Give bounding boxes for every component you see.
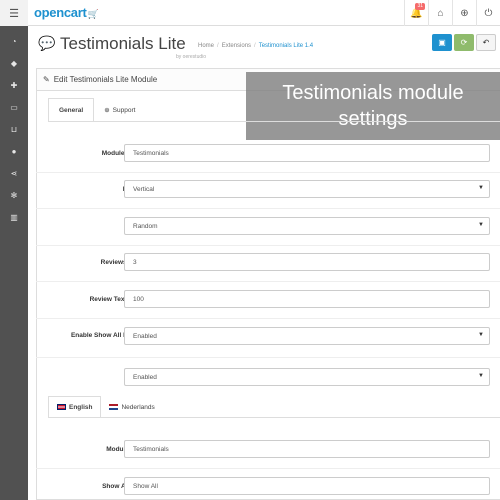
save-icon: ▣ bbox=[438, 38, 446, 47]
chevron-down-icon: ▼ bbox=[478, 222, 484, 228]
menu-toggle-icon[interactable]: ☰ bbox=[0, 0, 28, 26]
status-value: Enabled bbox=[133, 373, 157, 381]
overlay-caption: Testimonials module settings bbox=[246, 72, 500, 140]
status-select[interactable]: Enabled ▼ bbox=[124, 368, 490, 386]
tab-language-nederlands-label: Nederlands bbox=[121, 403, 155, 411]
marketing-share-icon[interactable]: ⋖ bbox=[0, 162, 28, 184]
opencart-logo[interactable]: opencart🛒 bbox=[34, 5, 99, 20]
tabs-divider bbox=[48, 121, 500, 122]
breadcrumb-current[interactable]: Testimonials Lite 1.4 bbox=[259, 43, 313, 49]
tab-language-nederlands[interactable]: Nederlands bbox=[101, 396, 162, 418]
refresh-icon: ⟳ bbox=[460, 38, 468, 47]
layout-value: Vertical bbox=[133, 185, 155, 193]
action-buttons: ▣ ⟳ ↶ bbox=[432, 34, 496, 51]
tab-language-english-label: English bbox=[69, 403, 93, 411]
reply-arrow-icon: ↶ bbox=[482, 38, 490, 47]
globe-icon[interactable]: ⊕ bbox=[452, 0, 476, 26]
chevron-down-icon: ▼ bbox=[478, 332, 484, 338]
extensions-puzzle-icon[interactable]: ✚ bbox=[0, 74, 28, 96]
tab-support-label: Support bbox=[112, 106, 136, 114]
cart-icon: 🛒 bbox=[87, 9, 99, 19]
uk-flag-icon bbox=[57, 404, 66, 410]
pencil-icon: ✎ bbox=[43, 75, 50, 84]
breadcrumb-home[interactable]: Home bbox=[198, 43, 214, 49]
module-name-input[interactable]: Testimonials bbox=[124, 144, 490, 162]
customers-user-icon[interactable]: ● bbox=[0, 140, 28, 162]
top-header: ☰ opencart🛒 🔔 31 ⌂ ⊕ ⏻ bbox=[0, 0, 500, 26]
top-icons: 🔔 31 ⌂ ⊕ ⏻ bbox=[404, 0, 500, 26]
save-button[interactable]: ▣ bbox=[432, 34, 452, 51]
review-text-limit-input[interactable]: 100 bbox=[124, 290, 490, 308]
divider bbox=[36, 172, 500, 173]
layout-select[interactable]: Vertical ▼ bbox=[124, 180, 490, 198]
back-button[interactable]: ↶ bbox=[476, 34, 496, 51]
sidebar: ◔ ◆ ✚ ▭ ⊔ ● ⋖ ✻ ▥ bbox=[0, 26, 28, 500]
page-title: Testimonials Lite bbox=[60, 34, 186, 53]
alerts-bell-icon[interactable]: 🔔 31 bbox=[404, 0, 428, 26]
tab-support[interactable]: ⊕ Support bbox=[94, 98, 145, 122]
reports-bar-chart-icon[interactable]: ▥ bbox=[0, 206, 28, 228]
netherlands-flag-icon bbox=[109, 404, 119, 410]
design-monitor-icon[interactable]: ▭ bbox=[0, 96, 28, 118]
divider bbox=[36, 357, 500, 358]
logo-text: opencart bbox=[34, 5, 87, 20]
tab-general-label: General bbox=[59, 106, 84, 114]
review-text-limit-value: 100 bbox=[133, 295, 144, 303]
divider bbox=[36, 468, 500, 469]
settings-tabs: General ⊕ Support bbox=[48, 98, 145, 122]
alerts-badge: 31 bbox=[415, 3, 425, 10]
enable-show-all-select[interactable]: Enabled ▼ bbox=[124, 327, 490, 345]
language-tabs: English Nederlands bbox=[48, 396, 163, 418]
home-icon[interactable]: ⌂ bbox=[428, 0, 452, 26]
catalog-tag-icon[interactable]: ◆ bbox=[0, 52, 28, 74]
order-value: Random bbox=[133, 222, 158, 230]
divider bbox=[36, 318, 500, 319]
order-select[interactable]: Random ▼ bbox=[124, 217, 490, 235]
language-tabs-divider bbox=[48, 417, 500, 418]
tab-general[interactable]: General bbox=[48, 98, 95, 122]
module-title-input[interactable]: Testimonials bbox=[124, 440, 490, 458]
show-all-text-input[interactable]: Show All bbox=[124, 477, 490, 495]
dashboard-icon[interactable]: ◔ bbox=[0, 30, 28, 52]
support-icon: ⊕ bbox=[104, 107, 110, 114]
sales-cart-icon[interactable]: ⊔ bbox=[0, 118, 28, 140]
reviews-limit-input[interactable]: 3 bbox=[124, 253, 490, 271]
module-title-value: Testimonials bbox=[133, 445, 169, 453]
logout-icon[interactable]: ⏻ bbox=[476, 0, 500, 26]
enable-show-all-value: Enabled bbox=[133, 332, 157, 340]
reviews-limit-value: 3 bbox=[133, 258, 137, 266]
divider bbox=[36, 281, 500, 282]
chevron-down-icon: ▼ bbox=[478, 373, 484, 379]
divider bbox=[36, 245, 500, 246]
show-all-text-value: Show All bbox=[133, 482, 158, 490]
system-gear-icon[interactable]: ✻ bbox=[0, 184, 28, 206]
breadcrumb: Home / Extensions / Testimonials Lite 1.… bbox=[198, 43, 314, 49]
chevron-down-icon: ▼ bbox=[478, 185, 484, 191]
breadcrumb-extensions[interactable]: Extensions bbox=[222, 43, 251, 49]
module-name-value: Testimonials bbox=[133, 149, 169, 157]
page-byline: by oerestudio bbox=[176, 54, 207, 60]
save-and-stay-button[interactable]: ⟳ bbox=[454, 34, 474, 51]
page-header: 💬 Testimonials Lite by oerestudio Home /… bbox=[28, 26, 500, 68]
panel-heading-text: Edit Testimonials Lite Module bbox=[53, 75, 158, 84]
tab-language-english[interactable]: English bbox=[48, 396, 102, 418]
comments-icon: 💬 bbox=[38, 35, 56, 51]
divider bbox=[36, 208, 500, 209]
